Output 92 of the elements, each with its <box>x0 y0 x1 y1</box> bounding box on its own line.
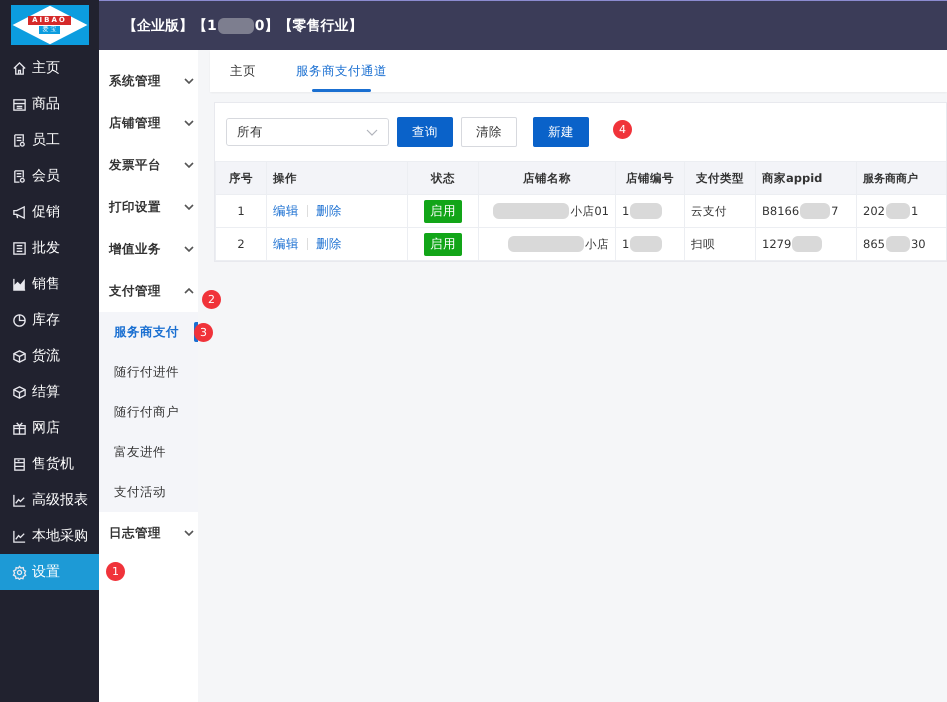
table-cell: 1 <box>910 204 918 218</box>
header-title: 0】【零售行业】 <box>254 16 362 34</box>
table-cell: 1 <box>622 204 630 218</box>
blurred-text <box>792 236 822 252</box>
filter-dropdown[interactable]: 所有 <box>226 118 389 146</box>
column-header: 支付类型 <box>684 162 756 194</box>
table-cell: 202 <box>863 204 885 218</box>
chevron-down-icon <box>184 204 194 210</box>
header-title: 【企业版】【1 <box>123 16 217 34</box>
menu-item[interactable]: 货流 <box>0 338 99 374</box>
table-cell: 30 <box>910 237 926 251</box>
menu-item[interactable]: 售货机 <box>0 446 99 482</box>
button[interactable]: 新建 <box>533 117 589 147</box>
megaphone-icon <box>12 204 27 220</box>
action-link[interactable]: 编辑 <box>273 202 299 218</box>
chevron-down-icon <box>184 530 194 536</box>
submenu-item[interactable]: 随行付进件 <box>99 352 198 392</box>
menu-group[interactable]: 支付管理 <box>99 270 198 312</box>
chevron-down-icon <box>184 120 194 126</box>
document-icon <box>12 168 27 184</box>
menu-item[interactable]: 主页 <box>0 50 99 86</box>
settings-icon <box>12 564 27 580</box>
home-icon <box>12 60 27 76</box>
cabinet-icon <box>12 456 27 472</box>
column-header: 操作 <box>266 162 408 194</box>
action-link[interactable]: 删除 <box>316 202 342 218</box>
menu-item[interactable]: 销售 <box>0 266 99 302</box>
menu-group[interactable]: 增值业务 <box>99 228 198 270</box>
chevron-down-icon <box>184 78 194 84</box>
table-cell: 扫呗 <box>691 236 715 252</box>
chevron-down-icon <box>184 246 194 252</box>
menu-item[interactable]: 员工 <box>0 122 99 158</box>
blurred-text <box>630 203 662 219</box>
column-header: 店铺编号 <box>616 162 684 194</box>
status-tag: 启用 <box>424 232 462 256</box>
menu-item[interactable]: 结算 <box>0 374 99 410</box>
status-tag: 启用 <box>424 200 462 222</box>
pie-chart-icon <box>12 312 27 328</box>
menu-item[interactable]: 网店 <box>0 410 99 446</box>
table-cell: 1 <box>622 237 630 251</box>
menu-group[interactable]: 打印设置 <box>99 186 198 228</box>
table-cell: B8166 <box>762 204 800 218</box>
menu-item[interactable]: 本地采购 <box>0 518 99 554</box>
chevron-down-icon <box>184 162 194 168</box>
gift-icon <box>12 420 27 436</box>
table-cell: 云支付 <box>691 204 727 218</box>
list-icon <box>12 240 27 256</box>
menu-group[interactable]: 日志管理 <box>99 512 198 554</box>
cube-icon <box>12 384 27 400</box>
button[interactable]: 查询 <box>397 117 453 147</box>
area-chart-icon <box>12 276 27 292</box>
menu-item[interactable]: 商品 <box>0 86 99 122</box>
menu-group[interactable]: 店铺管理 <box>99 102 198 144</box>
blurred-text <box>218 18 254 34</box>
menu-group[interactable]: 发票平台 <box>99 144 198 186</box>
shop-icon <box>12 96 27 112</box>
menu-item[interactable]: 会员 <box>0 158 99 194</box>
column-header: 商家appid <box>756 162 856 194</box>
submenu-item[interactable]: 富友进件 <box>99 432 198 472</box>
table-cell: 1 <box>216 194 266 228</box>
table-cell: 1279 <box>762 237 792 251</box>
column-header: 序号 <box>216 162 266 194</box>
column-header: 状态 <box>408 162 478 194</box>
submenu-item[interactable]: 随行付商户 <box>99 392 198 432</box>
blurred-text <box>886 236 910 252</box>
table-cell: 7 <box>831 204 838 218</box>
table-cell: 2 <box>216 228 266 260</box>
submenu-item[interactable]: 支付活动 <box>99 472 198 512</box>
menu-item[interactable]: 促销 <box>0 194 99 230</box>
menu-group[interactable]: 系统管理 <box>99 60 198 102</box>
button[interactable]: 清除 <box>461 117 517 147</box>
blurred-text <box>800 203 830 219</box>
table-cell: 865 <box>863 237 885 251</box>
line-chart-icon <box>12 528 27 544</box>
tab[interactable]: 服务商支付通道 <box>282 50 401 92</box>
tab[interactable]: 主页 <box>216 50 270 92</box>
chevron-up-icon <box>184 288 194 294</box>
column-header: 服务商商户 <box>856 162 946 194</box>
menu-item[interactable]: 高级报表 <box>0 482 99 518</box>
column-header: 店铺名称 <box>478 162 616 194</box>
action-link[interactable]: 删除 <box>316 236 342 250</box>
menu-item[interactable]: 批发 <box>0 230 99 266</box>
cube-icon <box>12 348 27 364</box>
action-link[interactable]: 编辑 <box>273 236 299 250</box>
blurred-text <box>886 203 910 219</box>
menu-item[interactable]: 库存 <box>0 302 99 338</box>
document-icon <box>12 132 27 148</box>
table-cell: 小店01 <box>570 204 609 218</box>
table-cell: 小店 <box>585 236 609 252</box>
chevron-down-icon <box>366 128 378 136</box>
line-chart-icon <box>12 492 27 508</box>
blurred-text <box>630 236 662 252</box>
